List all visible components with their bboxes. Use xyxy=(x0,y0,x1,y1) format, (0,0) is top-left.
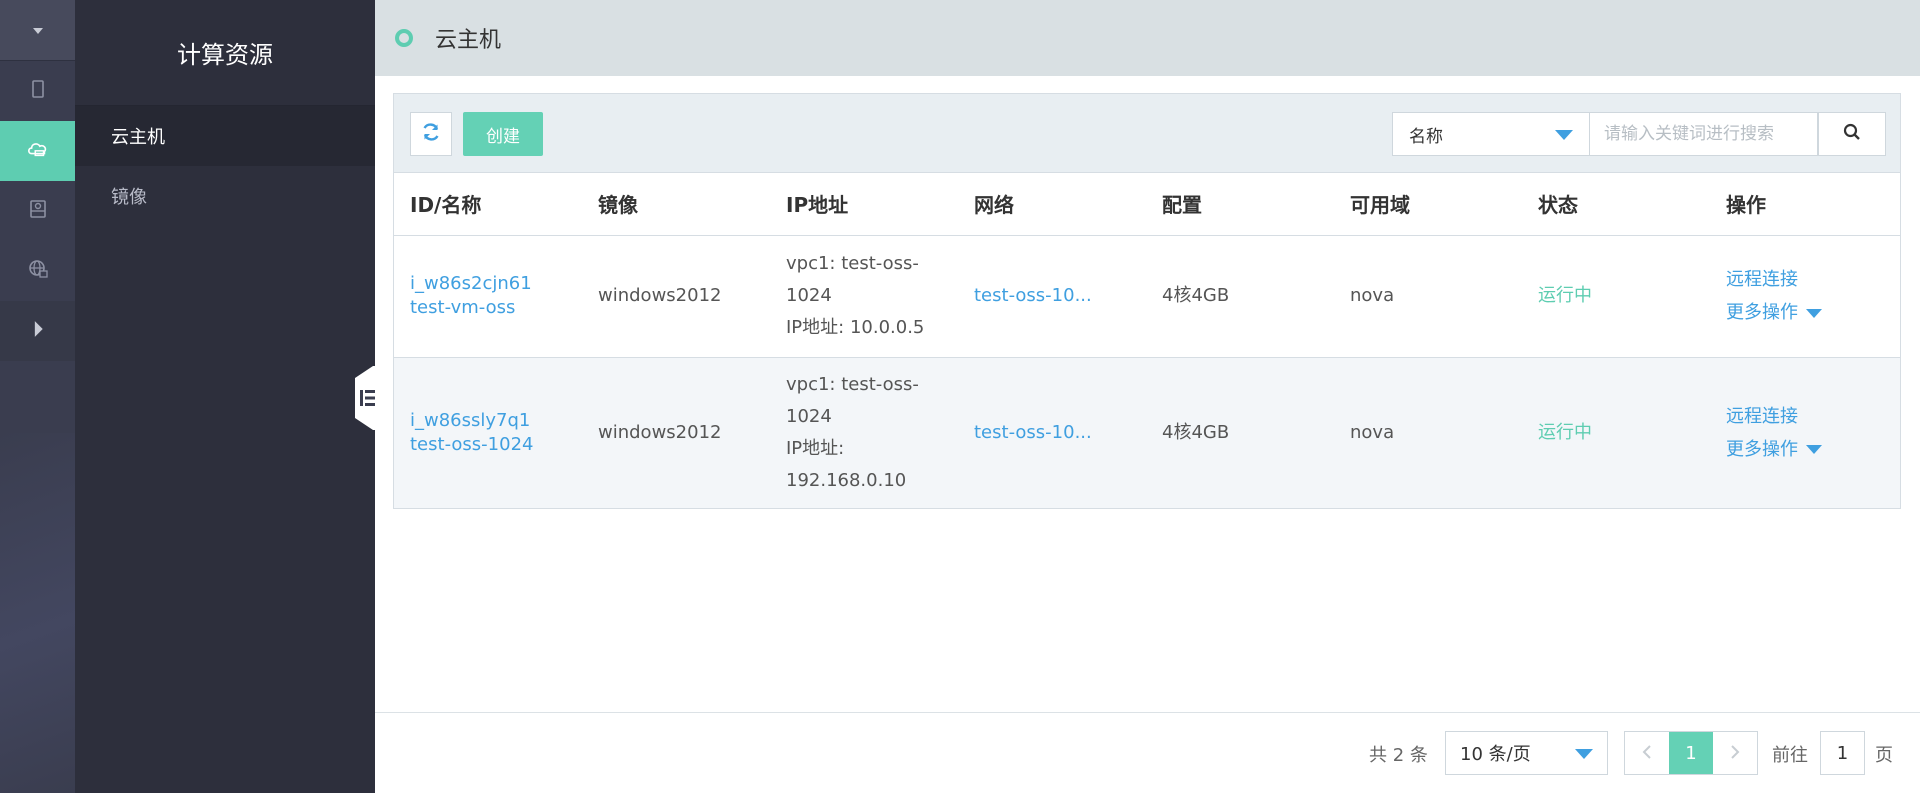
chevron-right-icon xyxy=(1730,741,1740,765)
cell-zone: nova xyxy=(1334,235,1522,358)
cell-status: 运行中 xyxy=(1522,235,1710,358)
table-header-row: ID/名称 镜像 IP地址 网络 配置 可用域 状态 操作 xyxy=(394,173,1900,236)
disk-icon xyxy=(27,198,49,224)
cell-zone: nova xyxy=(1334,357,1522,508)
rail-item-cloud-host[interactable] xyxy=(0,121,75,181)
rail-background xyxy=(0,433,75,793)
chevron-right-icon xyxy=(27,318,49,344)
ip-vpc-text: vpc1: test-oss-1024 xyxy=(786,373,919,427)
prev-page-button[interactable] xyxy=(1625,732,1669,774)
page-title: 云主机 xyxy=(435,28,502,53)
rail-expand-button[interactable] xyxy=(0,301,75,361)
search-input[interactable] xyxy=(1590,112,1818,156)
refresh-button[interactable] xyxy=(410,112,452,156)
cell-network: test-oss-10... xyxy=(958,235,1146,358)
caret-down-icon xyxy=(1555,130,1573,140)
chevron-left-icon xyxy=(1642,741,1652,765)
status-badge: 运行中 xyxy=(1538,285,1592,306)
next-page-button[interactable] xyxy=(1713,732,1757,774)
page-number-current[interactable]: 1 xyxy=(1669,732,1713,774)
goto-label: 前往 xyxy=(1772,745,1808,766)
globe-icon xyxy=(27,258,49,284)
sidebar-item-cloud-host[interactable]: 云主机 xyxy=(75,106,375,166)
pager: 1 xyxy=(1624,731,1758,775)
status-ring-icon xyxy=(395,29,413,47)
more-actions-dropdown[interactable]: 更多操作 xyxy=(1726,433,1900,466)
network-link[interactable]: test-oss-10... xyxy=(974,285,1092,306)
sidebar-item-image[interactable]: 镜像 xyxy=(75,166,375,226)
column-header-network: 网络 xyxy=(958,173,1146,236)
caret-down-icon xyxy=(1806,308,1822,318)
rail-item-disk[interactable] xyxy=(0,181,75,241)
column-header-image: 镜像 xyxy=(582,173,770,236)
ip-address-text: IP地址: 192.168.0.10 xyxy=(786,437,907,491)
table-row: i_w86ssly7q1 test-oss-1024 windows2012 v… xyxy=(394,357,1900,508)
cell-id-name: i_w86ssly7q1 test-oss-1024 xyxy=(394,357,582,508)
cell-config: 4核4GB xyxy=(1146,357,1334,508)
cell-config: 4核4GB xyxy=(1146,235,1334,358)
filter-field-select[interactable]: 名称 xyxy=(1392,112,1590,156)
cell-image: windows2012 xyxy=(582,357,770,508)
column-header-id-name: ID/名称 xyxy=(394,173,582,236)
goto-page-input[interactable] xyxy=(1820,731,1865,775)
ip-vpc-text: vpc1: test-oss-1024 xyxy=(786,253,919,306)
instance-table: ID/名称 镜像 IP地址 网络 配置 可用域 状态 操作 i_w86s2cjn… xyxy=(394,173,1900,508)
sidebar-toggle-handle[interactable] xyxy=(355,366,377,430)
rail-collapse-button[interactable] xyxy=(0,0,75,60)
submenu-sidebar: 计算资源 云主机 镜像 xyxy=(75,0,375,793)
column-header-zone: 可用域 xyxy=(1334,173,1522,236)
instance-id-link[interactable]: i_w86ssly7q1 xyxy=(410,409,582,433)
main-content: 云主机 创建 名称 请输入关键词进行搜索 ID/名称 镜像 IP地址 网络 配置… xyxy=(375,0,1920,793)
instance-panel: 创建 名称 ID/名称 镜像 IP地址 xyxy=(393,93,1901,509)
table-row: i_w86s2cjn61 test-vm-oss windows2012 vpc… xyxy=(394,235,1900,358)
more-actions-dropdown[interactable]: 更多操作 xyxy=(1726,296,1900,329)
page-header: 云主机 xyxy=(375,0,1920,76)
cell-actions: 远程连接 更多操作 xyxy=(1710,235,1900,358)
filter-field-value: 名称 xyxy=(1409,126,1443,147)
column-header-ip: IP地址 xyxy=(770,173,958,236)
create-button[interactable]: 创建 xyxy=(463,112,543,156)
toolbar: 创建 名称 xyxy=(394,94,1900,173)
instance-name-link[interactable]: test-oss-1024 xyxy=(410,433,582,457)
more-actions-label: 更多操作 xyxy=(1726,438,1798,460)
column-header-status: 状态 xyxy=(1522,173,1710,236)
caret-down-icon xyxy=(1806,445,1822,455)
network-link[interactable]: test-oss-10... xyxy=(974,422,1092,443)
chevron-down-icon xyxy=(31,21,45,40)
page-size-value: 10 条/页 xyxy=(1460,744,1531,765)
server-icon xyxy=(27,78,49,104)
remote-connect-link[interactable]: 远程连接 xyxy=(1726,263,1900,296)
more-actions-label: 更多操作 xyxy=(1726,302,1798,323)
search-icon xyxy=(1843,123,1861,145)
cell-network: test-oss-10... xyxy=(958,357,1146,508)
column-header-actions: 操作 xyxy=(1710,173,1900,236)
cell-ip: vpc1: test-oss-1024 IP地址: 10.0.0.5 xyxy=(770,235,958,358)
page-size-select[interactable]: 10 条/页 xyxy=(1445,731,1608,775)
page-unit-label: 页 xyxy=(1875,745,1893,766)
cell-ip: vpc1: test-oss-1024 IP地址: 192.168.0.10 xyxy=(770,357,958,508)
rail-item-server[interactable] xyxy=(0,61,75,121)
total-count: 共 2 条 xyxy=(1369,745,1428,766)
instance-name-link[interactable]: test-vm-oss xyxy=(410,296,582,320)
status-badge: 运行中 xyxy=(1538,421,1592,443)
cell-id-name: i_w86s2cjn61 test-vm-oss xyxy=(394,235,582,358)
pagination-bar: 共 2 条 10 条/页 1 前往 页 xyxy=(375,712,1920,793)
search-button[interactable] xyxy=(1818,112,1886,156)
instance-id-link[interactable]: i_w86s2cjn61 xyxy=(410,272,582,296)
sidebar-title: 计算资源 xyxy=(75,0,375,106)
refresh-icon xyxy=(421,122,441,146)
column-header-config: 配置 xyxy=(1146,173,1334,236)
icon-rail xyxy=(0,0,75,793)
remote-connect-link[interactable]: 远程连接 xyxy=(1726,400,1900,433)
caret-down-icon xyxy=(1575,749,1593,759)
ip-address-text: IP地址: 10.0.0.5 xyxy=(786,317,925,338)
cell-status: 运行中 xyxy=(1522,357,1710,508)
cell-actions: 远程连接 更多操作 xyxy=(1710,357,1900,508)
cloud-host-icon xyxy=(27,138,49,164)
rail-item-network[interactable] xyxy=(0,241,75,301)
cell-image: windows2012 xyxy=(582,235,770,358)
